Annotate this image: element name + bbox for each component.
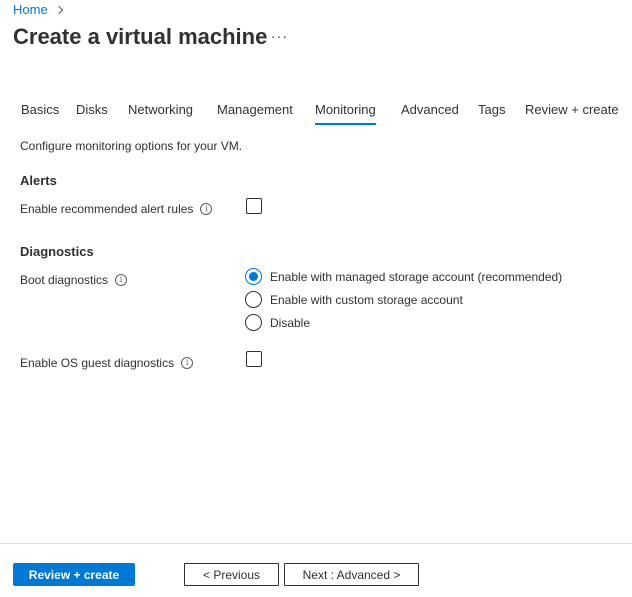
tab-networking[interactable]: Networking [128,102,193,123]
footer-bar: Review + create < Previous Next : Advanc… [0,543,632,597]
boot-option-managed-label: Enable with managed storage account (rec… [270,269,563,284]
tab-advanced[interactable]: Advanced [401,102,459,123]
previous-button[interactable]: < Previous [184,563,279,586]
boot-option-disable-label: Disable [270,315,311,330]
tab-basics[interactable]: Basics [21,102,59,123]
boot-option-custom-label: Enable with custom storage account [270,292,463,307]
radio-selected-icon[interactable] [245,268,262,285]
os-guest-diagnostics-label: Enable OS guest diagnostics i [20,356,194,370]
tab-management[interactable]: Management [217,102,293,123]
review-create-button[interactable]: Review + create [13,563,135,586]
info-icon[interactable]: i [115,274,128,286]
tab-disks[interactable]: Disks [76,102,108,123]
page-title: Create a virtual machine [13,24,268,49]
alert-rules-checkbox[interactable] [246,198,262,214]
alert-rules-label: Enable recommended alert rules i [20,202,213,216]
boot-option-custom[interactable]: Enable with custom storage account [245,291,463,308]
os-guest-diagnostics-label-text: Enable OS guest diagnostics [20,356,175,370]
page-description: Configure monitoring options for your VM… [20,139,243,153]
diagnostics-heading: Diagnostics [20,244,94,259]
breadcrumb-home-link[interactable]: Home [13,2,48,17]
alert-rules-label-text: Enable recommended alert rules [20,202,194,216]
radio-unselected-icon[interactable] [245,291,262,308]
info-icon[interactable]: i [181,357,194,369]
radio-unselected-icon[interactable] [245,314,262,331]
tab-review-create[interactable]: Review + create [525,102,619,123]
tab-tags[interactable]: Tags [478,102,505,123]
breadcrumb: Home [13,2,63,17]
next-advanced-button[interactable]: Next : Advanced > [284,563,419,586]
chevron-right-icon [54,5,63,14]
boot-diagnostics-label: Boot diagnostics i [20,273,128,287]
boot-diagnostics-label-text: Boot diagnostics [20,273,109,287]
boot-option-managed[interactable]: Enable with managed storage account (rec… [245,268,562,285]
boot-option-disable[interactable]: Disable [245,314,310,331]
more-options-button[interactable]: ··· [271,28,288,44]
alerts-heading: Alerts [20,173,57,188]
info-icon[interactable]: i [200,203,213,215]
tab-bar: Basics Disks Networking Management Monit… [0,102,632,128]
os-guest-diagnostics-checkbox[interactable] [246,351,262,367]
tab-monitoring[interactable]: Monitoring [315,102,376,125]
